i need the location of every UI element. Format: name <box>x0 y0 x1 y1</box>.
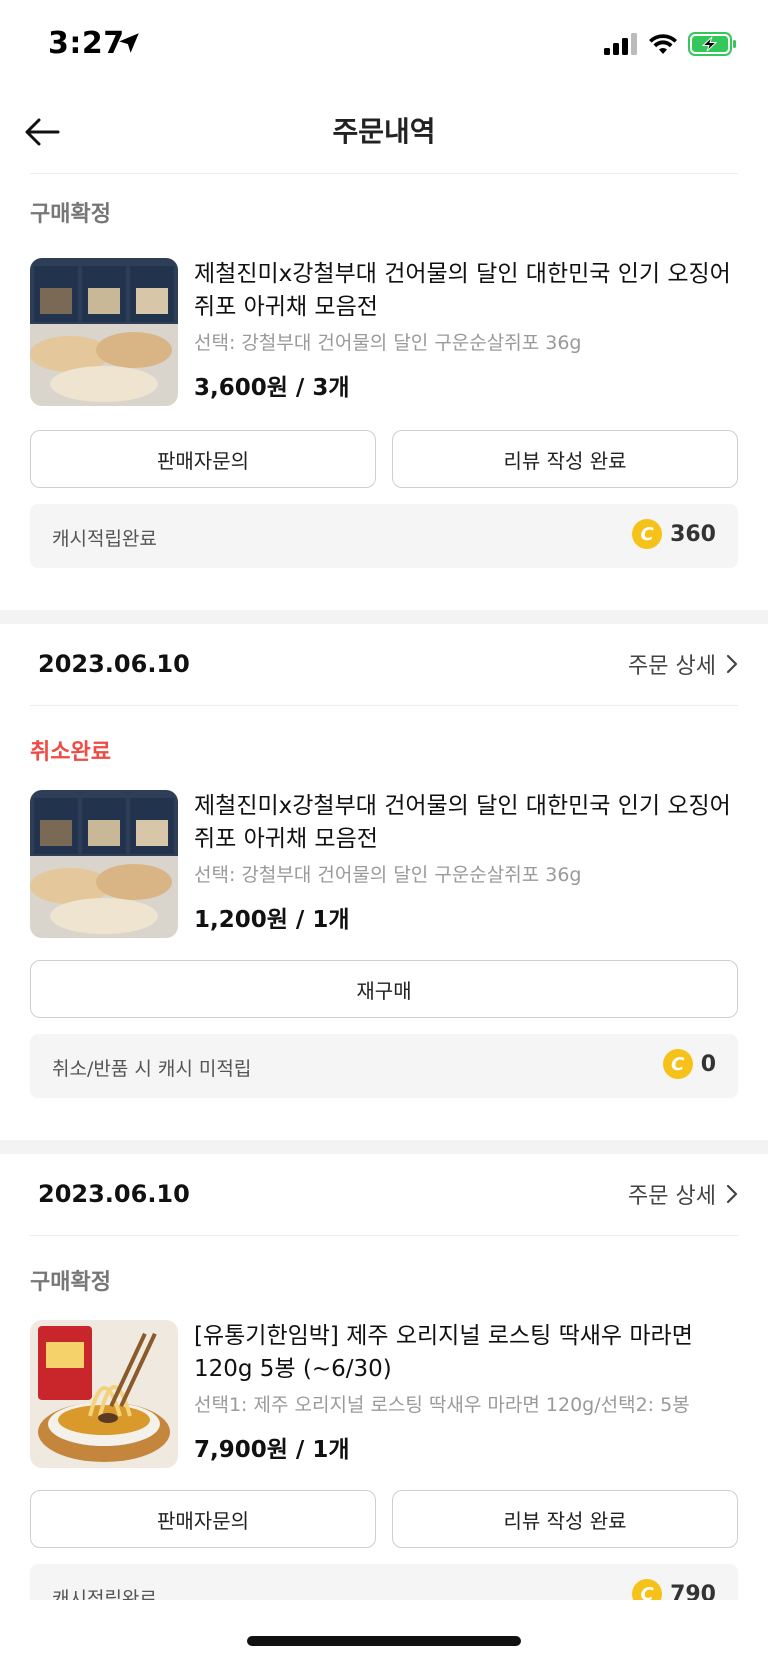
seller-inquiry-button[interactable]: 판매자문의 <box>30 430 376 488</box>
product-option: 선택1: 제주 오리지널 로스팅 딱새우 마라면 120g/선택2: 5봉 <box>194 1394 690 1416</box>
product-option: 선택: 강철부대 건어물의 달인 구운순살쥐포 36g <box>194 864 582 886</box>
review-done-button[interactable]: 리뷰 작성 완료 <box>392 1490 738 1548</box>
product-row[interactable]: [유통기한임박] 제주 오리지널 로스팅 딱새우 마라면 120g 5봉 (~6… <box>30 1320 738 1470</box>
cash-amount: 360 <box>670 521 716 547</box>
order-list[interactable]: 구매확정 제철진미x강철부대 건어물의 달인 대한민국 인기 오징어 쥐포 아귀… <box>0 174 768 1600</box>
order-detail-label: 주문 상세 <box>628 654 716 679</box>
wifi-icon <box>649 34 677 54</box>
home-indicator[interactable] <box>247 1636 521 1646</box>
order-detail-link[interactable]: 주문 상세 <box>628 1178 738 1210</box>
seller-inquiry-button[interactable]: 판매자문의 <box>30 1490 376 1548</box>
order-card: 구매확정 제철진미x강철부대 건어물의 달인 대한민국 인기 오징어 쥐포 아귀… <box>0 174 768 610</box>
order-date-row: 2023.06.10 주문 상세 <box>30 1154 738 1236</box>
page-title: 주문내역 <box>332 115 436 148</box>
chevron-right-icon <box>726 1184 738 1204</box>
order-actions: 판매자문의 리뷰 작성 완료 <box>30 1490 738 1548</box>
order-status: 취소완료 <box>30 740 111 765</box>
product-price: 1,200원 / 1개 <box>194 907 350 933</box>
product-price: 7,900원 / 1개 <box>194 1437 350 1463</box>
product-image <box>30 790 178 938</box>
order-actions: 판매자문의 리뷰 작성 완료 <box>30 430 738 488</box>
product-name[interactable]: 제철진미x강철부대 건어물의 달인 대한민국 인기 오징어 쥐포 아귀채 모음전 <box>194 790 738 856</box>
cash-reward-label: 캐시적립완료 <box>52 528 157 550</box>
product-row[interactable]: 제철진미x강철부대 건어물의 달인 대한민국 인기 오징어 쥐포 아귀채 모음전… <box>30 258 738 408</box>
order-date: 2023.06.10 <box>38 650 190 678</box>
cash-reward-box: 캐시적립완료 C 790 <box>30 1564 738 1600</box>
cash-coin-icon: C <box>632 1579 663 1600</box>
order-actions: 재구매 <box>30 960 738 1018</box>
order-status: 구매확정 <box>30 1270 111 1295</box>
cash-reward-box: 캐시적립완료 C 360 <box>30 504 738 568</box>
cash-reward-value: C 360 <box>632 519 716 549</box>
product-name[interactable]: 제철진미x강철부대 건어물의 달인 대한민국 인기 오징어 쥐포 아귀채 모음전 <box>194 258 738 324</box>
product-image <box>30 1320 178 1468</box>
product-thumbnail[interactable] <box>30 790 178 938</box>
product-row[interactable]: 제철진미x강철부대 건어물의 달인 대한민국 인기 오징어 쥐포 아귀채 모음전… <box>30 790 738 940</box>
cash-reward-label: 취소/반품 시 캐시 미적립 <box>52 1058 252 1080</box>
order-date: 2023.06.10 <box>38 1180 190 1208</box>
product-thumbnail[interactable] <box>30 1320 178 1468</box>
chevron-right-icon <box>726 654 738 674</box>
product-option: 선택: 강철부대 건어물의 달인 구운순살쥐포 36g <box>194 332 582 354</box>
repurchase-button[interactable]: 재구매 <box>30 960 738 1018</box>
order-detail-link[interactable]: 주문 상세 <box>628 648 738 680</box>
order-status: 구매확정 <box>30 202 111 227</box>
app-header: 주문내역 <box>0 92 768 174</box>
cash-coin-icon: C <box>632 519 663 549</box>
order-detail-label: 주문 상세 <box>628 1184 716 1209</box>
section-divider <box>0 610 768 624</box>
section-divider <box>0 1140 768 1154</box>
product-price: 3,600원 / 3개 <box>194 375 350 401</box>
order-card: 2023.06.10 주문 상세 구매확정 [유통기한임박] 제주 오리지널 로… <box>0 1154 768 1600</box>
status-bar: 3:27 <box>0 0 768 92</box>
review-done-button[interactable]: 리뷰 작성 완료 <box>392 430 738 488</box>
product-image <box>30 258 178 406</box>
status-indicators <box>604 32 738 56</box>
cash-reward-label: 캐시적립완료 <box>52 1588 157 1600</box>
cash-reward-box: 취소/반품 시 캐시 미적립 C 0 <box>30 1034 738 1098</box>
order-card: 2023.06.10 주문 상세 취소완료 제철진미x강철부대 건어물의 달인 … <box>0 624 768 1110</box>
cash-reward-value: C 790 <box>632 1579 716 1600</box>
product-thumbnail[interactable] <box>30 258 178 406</box>
product-name[interactable]: [유통기한임박] 제주 오리지널 로스팅 딱새우 마라면 120g 5봉 (~6… <box>194 1320 738 1386</box>
cash-amount: 0 <box>700 1051 716 1077</box>
cellular-signal-icon <box>604 33 637 55</box>
cash-reward-value: C 0 <box>662 1049 716 1079</box>
order-date-row: 2023.06.10 주문 상세 <box>30 624 738 706</box>
location-arrow-icon <box>119 33 139 53</box>
status-time: 3:27 <box>48 26 125 61</box>
cash-coin-icon: C <box>662 1049 693 1079</box>
cash-amount: 790 <box>670 1581 716 1601</box>
battery-charging-icon <box>688 32 736 56</box>
